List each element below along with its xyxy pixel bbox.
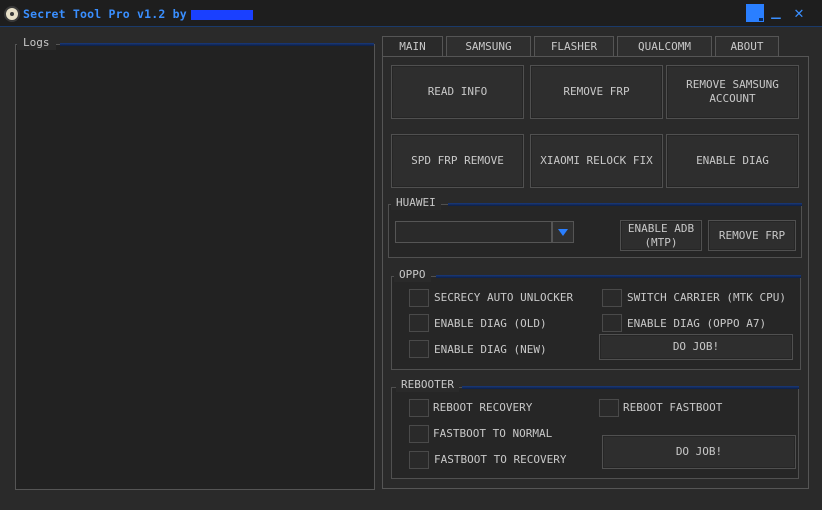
fastboot-to-normal-checkbox[interactable] — [409, 425, 429, 443]
spd-frp-remove-label: SPD FRP REMOVE — [411, 154, 504, 167]
spd-frp-remove-button[interactable]: SPD FRP REMOVE — [391, 134, 524, 188]
enable-diag-button[interactable]: ENABLE DIAG — [666, 134, 799, 188]
xiaomi-relock-fix-button[interactable]: XIAOMI RELOCK FIX — [530, 134, 663, 188]
remove-samsung-account-button[interactable]: REMOVE SAMSUNG ACCOUNT — [666, 65, 799, 119]
tab-qualcomm[interactable]: QUALCOMM — [617, 36, 712, 57]
minimize-button[interactable]: _ — [768, 0, 784, 20]
huawei-remove-frp-label: REMOVE FRP — [718, 228, 786, 242]
oppo-section-title: OPPO — [394, 268, 431, 282]
reboot-recovery-label: REBOOT RECOVERY — [433, 401, 533, 414]
remove-samsung-account-label-line2: ACCOUNT — [709, 92, 756, 105]
enable-diag-label: ENABLE DIAG — [696, 154, 769, 167]
tab-samsung[interactable]: SAMSUNG — [446, 36, 531, 57]
app-logo-icon — [4, 6, 20, 22]
enable-diag-new-label: ENABLE DIAG (NEW) — [434, 343, 547, 356]
switch-carrier-label: SWITCH CARRIER (MTK CPU) — [627, 291, 786, 304]
logs-header-line — [60, 43, 374, 46]
tab-flasher[interactable]: FLASHER — [534, 36, 614, 57]
remove-samsung-account-label-line1: REMOVE SAMSUNG — [686, 78, 779, 91]
huawei-remove-frp-button[interactable]: REMOVE FRP — [708, 220, 796, 251]
window-menu-icon[interactable] — [746, 4, 764, 22]
reboot-recovery-checkbox[interactable] — [409, 399, 429, 417]
reboot-fastboot-checkbox[interactable] — [599, 399, 619, 417]
reboot-fastboot-label: REBOOT FASTBOOT — [623, 401, 723, 414]
huawei-model-select[interactable] — [395, 221, 552, 243]
enable-diag-old-checkbox[interactable] — [409, 314, 429, 332]
secrecy-auto-unlocker-checkbox[interactable] — [409, 289, 429, 307]
logs-panel[interactable] — [15, 44, 375, 490]
window-title-text: Secret Tool Pro v1.2 by — [23, 7, 187, 21]
huawei-header-line — [448, 203, 802, 206]
switch-carrier-checkbox[interactable] — [602, 289, 622, 307]
window-title: Secret Tool Pro v1.2 by — [23, 7, 253, 21]
read-info-label: READ INFO — [427, 85, 488, 98]
oppo-do-job-label: DO JOB! — [672, 340, 720, 353]
remove-frp-label: REMOVE FRP — [563, 85, 630, 98]
secrecy-auto-unlocker-label: SECRECY AUTO UNLOCKER — [434, 291, 574, 304]
huawei-section-title: HUAWEI — [391, 196, 441, 210]
enable-diag-oppo-a7-label: ENABLE DIAG (OPPO A7) — [627, 317, 767, 330]
enable-diag-oppo-a7-checkbox[interactable] — [602, 314, 622, 332]
xiaomi-relock-fix-label: XIAOMI RELOCK FIX — [540, 154, 653, 167]
rebooter-section-title: REBOOTER — [396, 378, 459, 392]
oppo-header-line — [436, 275, 801, 278]
enable-adb-mtp-button[interactable]: ENABLE ADB (MTP) — [620, 220, 702, 251]
tab-main[interactable]: MAIN — [382, 36, 443, 57]
rebooter-do-job-button[interactable]: DO JOB! — [602, 435, 796, 469]
chevron-down-icon[interactable] — [552, 221, 574, 243]
enable-adb-label-line2: (MTP) — [644, 235, 678, 249]
close-button[interactable]: ✕ — [789, 3, 809, 23]
enable-diag-old-label: ENABLE DIAG (OLD) — [434, 317, 547, 330]
read-info-button[interactable]: READ INFO — [391, 65, 524, 119]
logs-label: Logs — [17, 36, 56, 50]
rebooter-do-job-label: DO JOB! — [675, 445, 723, 458]
author-redacted — [190, 9, 253, 20]
enable-adb-label-line1: ENABLE ADB — [627, 221, 695, 235]
fastboot-to-normal-label: FASTBOOT TO NORMAL — [433, 427, 553, 440]
tab-about[interactable]: ABOUT — [715, 36, 779, 57]
fastboot-to-recovery-label: FASTBOOT TO RECOVERY — [434, 453, 567, 466]
rebooter-header-line — [462, 386, 799, 389]
oppo-do-job-button[interactable]: DO JOB! — [599, 334, 793, 360]
fastboot-to-recovery-checkbox[interactable] — [409, 451, 429, 469]
title-bar: Secret Tool Pro v1.2 by _ ✕ — [0, 0, 822, 27]
remove-frp-button[interactable]: REMOVE FRP — [530, 65, 663, 119]
enable-diag-new-checkbox[interactable] — [409, 340, 429, 358]
